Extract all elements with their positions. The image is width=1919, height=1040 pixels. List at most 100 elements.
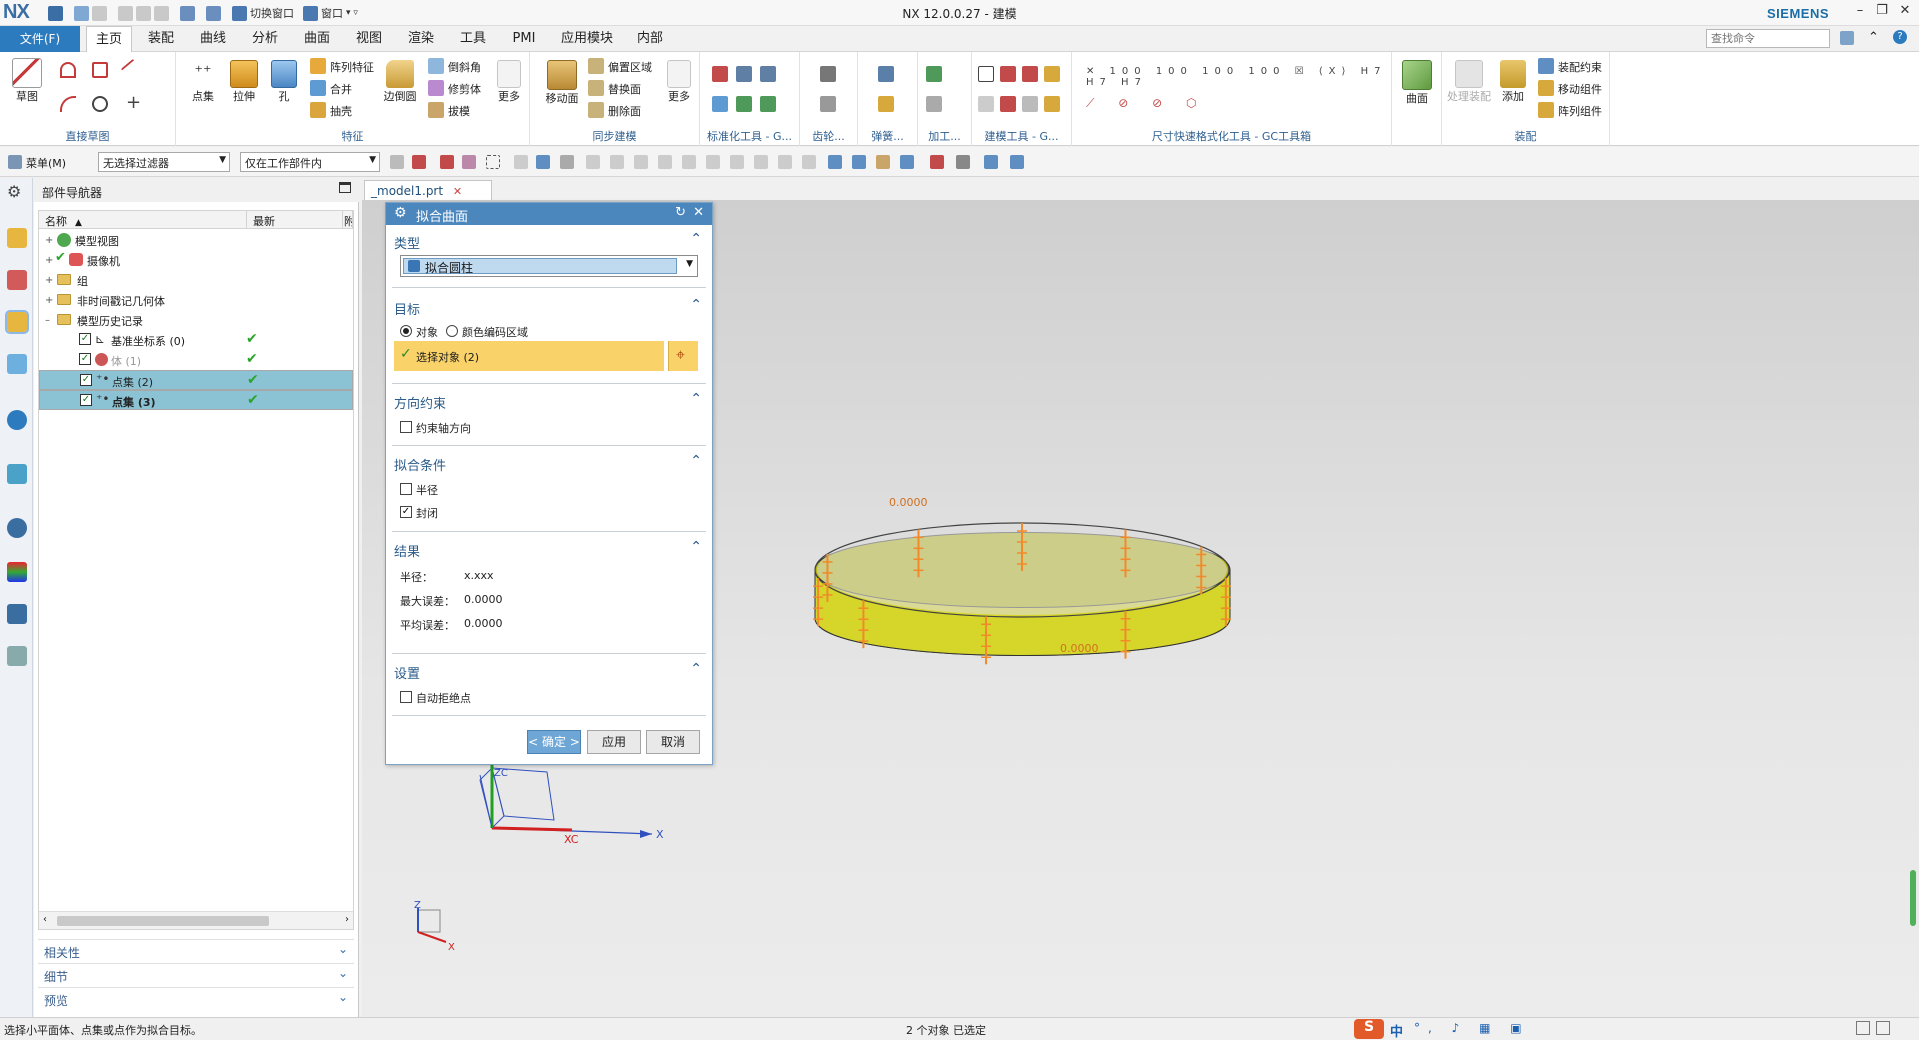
tree-row[interactable]: + 模型视图 — [39, 230, 353, 250]
delete-face-button[interactable]: 删除面 — [608, 103, 641, 119]
extrude-button[interactable]: 拉伸 — [226, 60, 262, 104]
process-icon[interactable] — [926, 96, 942, 112]
modeling-tool-icon[interactable] — [1000, 66, 1016, 82]
history-icon[interactable] — [7, 518, 27, 538]
tree-row[interactable]: + 组 — [39, 270, 353, 290]
std-part-icon[interactable] — [736, 96, 752, 112]
section-header[interactable]: 设置 ⌃ — [392, 661, 706, 682]
type-filter-select[interactable]: 无选择过滤器 ▼ — [98, 152, 230, 172]
constraint-navigator-icon[interactable] — [7, 270, 27, 290]
sketch-button[interactable]: 草图 — [8, 58, 46, 104]
radius-checkbox[interactable] — [400, 483, 412, 495]
tree-row[interactable]: + 非时间戳记几何体 — [39, 290, 353, 310]
unite-button[interactable]: 合并 — [330, 81, 352, 97]
pattern-feature-button[interactable]: 阵列特征 — [330, 59, 374, 75]
std-part-icon[interactable] — [760, 96, 776, 112]
chevron-left-icon[interactable]: ‹ — [43, 914, 47, 925]
surface-button[interactable]: 曲面 — [1398, 60, 1436, 106]
close-icon[interactable]: ✕ — [1895, 3, 1915, 21]
radio-object[interactable] — [400, 325, 412, 337]
ime-mode[interactable]: 中 — [1390, 1021, 1403, 1040]
maximize-icon[interactable] — [339, 182, 351, 193]
hole-button[interactable]: 孔 — [268, 60, 300, 104]
ok-button[interactable]: < 确定 > — [527, 730, 581, 754]
status-icon[interactable] — [1876, 1021, 1890, 1035]
system-materials-icon[interactable] — [7, 562, 27, 582]
gear-icon[interactable] — [820, 66, 836, 82]
command-search-input[interactable] — [1706, 29, 1830, 48]
line-icon[interactable] — [120, 58, 144, 82]
apply-button[interactable]: 应用 — [587, 730, 641, 754]
tab-applications[interactable]: 应用模块 — [554, 26, 620, 52]
tab-surface[interactable]: 曲面 — [296, 26, 338, 52]
shell-button[interactable]: 抽壳 — [330, 103, 352, 119]
tab-pmi[interactable]: PMI — [504, 26, 544, 52]
modeling-tool-icon[interactable] — [1044, 66, 1060, 82]
scope-select[interactable]: 仅在工作部件内 ▼ — [240, 152, 380, 172]
column-header-latest[interactable]: 最新 — [247, 211, 343, 229]
modeling-tool-icon[interactable] — [1022, 66, 1038, 82]
assembly-navigator-icon[interactable] — [7, 228, 27, 248]
section-header[interactable]: 结果 ⌃ — [392, 539, 706, 560]
section-details[interactable]: 细节 ⌄ — [38, 963, 354, 985]
wcs-triad[interactable]: XC X ZC — [479, 765, 664, 846]
scrollbar-thumb[interactable] — [57, 916, 269, 926]
close-icon[interactable]: ✕ — [453, 185, 462, 198]
section-preview[interactable]: 预览 ⌄ — [38, 987, 354, 1009]
part-navigator-icon[interactable] — [5, 310, 29, 334]
visibility-checkbox[interactable]: ✓ — [80, 374, 92, 386]
trim-body-button[interactable]: 修剪体 — [448, 81, 481, 97]
auto-reject-checkbox[interactable] — [400, 691, 412, 703]
info-icon[interactable] — [7, 410, 27, 430]
reuse-library-icon[interactable] — [7, 354, 27, 374]
spring-icon[interactable] — [878, 66, 894, 82]
restore-icon[interactable]: ❐ — [1872, 3, 1892, 21]
more-feature-button[interactable]: 更多 — [494, 60, 524, 104]
gear-icon[interactable] — [820, 96, 836, 112]
section-header[interactable]: 拟合条件 ⌃ — [392, 453, 706, 474]
radio-color-region[interactable] — [446, 325, 458, 337]
process-icon[interactable] — [926, 66, 942, 82]
chevron-right-icon[interactable]: › — [345, 914, 349, 925]
tab-tools[interactable]: 工具 — [452, 26, 494, 52]
modeling-tool-icon[interactable] — [1022, 96, 1038, 112]
reset-icon[interactable]: ↻ — [675, 205, 686, 220]
chamfer-button[interactable]: 倒斜角 — [448, 59, 481, 75]
snap-point-icons[interactable] — [390, 155, 1270, 169]
dim-style-icons[interactable]: ⟋ ⊘ ⊘ ⬡ — [1086, 96, 1206, 111]
visibility-checkbox[interactable]: ✓ — [80, 394, 92, 406]
dialog-title-bar[interactable]: ⚙ 拟合曲面 ↻ ✕ — [386, 203, 712, 225]
tree-row[interactable]: ✓ 体 (1) ✔ — [39, 350, 353, 370]
tab-internal[interactable]: 内部 — [630, 26, 670, 52]
modeling-tool-icon[interactable] — [1044, 96, 1060, 112]
visibility-checkbox[interactable]: ✓ — [79, 353, 91, 365]
close-icon[interactable]: ✕ — [693, 205, 704, 220]
tab-view[interactable]: 视图 — [348, 26, 390, 52]
tab-home[interactable]: 主页 — [86, 26, 132, 52]
section-dependencies[interactable]: 相关性 ⌄ — [38, 939, 354, 961]
arc-icon[interactable] — [60, 96, 76, 112]
process-assembly-button[interactable]: 处理装配 — [1444, 60, 1494, 104]
move-component-button[interactable]: 移动组件 — [1558, 81, 1602, 97]
column-header-name[interactable]: 名称 ▲ — [39, 211, 247, 229]
triangle-icon[interactable] — [978, 66, 994, 82]
settings-icon[interactable]: ⚙ — [7, 182, 27, 202]
section-header[interactable]: 目标 ⌃ — [392, 297, 706, 318]
collapse-ribbon-icon[interactable]: ⌃ — [1868, 30, 1879, 45]
point-dialog-button[interactable]: ⌖ — [668, 341, 698, 371]
menu-button[interactable]: 菜单(M) — [26, 155, 66, 171]
rectangle-icon[interactable] — [92, 62, 108, 78]
replace-face-button[interactable]: 替换面 — [608, 81, 641, 97]
std-part-icon[interactable] — [712, 96, 728, 112]
std-part-icon[interactable] — [712, 66, 728, 82]
cancel-button[interactable]: 取消 — [646, 730, 700, 754]
tree-row[interactable]: ✓ ⁺• 点集 (3) ✔ — [39, 390, 353, 410]
assembly-constraint-button[interactable]: 装配约束 — [1558, 59, 1602, 75]
offset-region-button[interactable]: 偏置区域 — [608, 59, 652, 75]
pattern-component-button[interactable]: 阵列组件 — [1558, 103, 1602, 119]
tab-assembly[interactable]: 装配 — [140, 26, 182, 52]
section-header[interactable]: 方向约束 ⌃ — [392, 391, 706, 412]
add-component-button[interactable]: 添加 — [1498, 60, 1528, 104]
tab-curve[interactable]: 曲线 — [192, 26, 234, 52]
type-select[interactable]: 拟合圆柱 ▼ — [400, 255, 698, 277]
